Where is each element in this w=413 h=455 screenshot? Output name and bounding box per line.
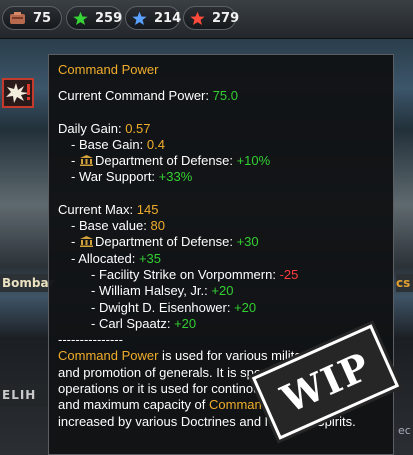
tooltip-title: Command Power: [58, 62, 159, 77]
navy-experience-counter[interactable]: 214: [125, 6, 182, 30]
navy-experience-value: 214: [154, 10, 182, 26]
allocation-label: - Facility Strike on Vorpommern:: [91, 266, 280, 282]
current-max-line: Current Max: 145: [58, 202, 385, 218]
allocation-value: -25: [279, 266, 299, 282]
base-gain-line: - Base Gain: 0.4: [58, 137, 385, 153]
right-side-text: ec: [398, 424, 411, 437]
dod-max-line: - Department of Defense: +30: [71, 234, 259, 250]
unit-banner-right: cs: [396, 274, 413, 292]
allocated-label: - Allocated:: [71, 250, 139, 266]
allocation-item: - William Halsey, Jr.: +20: [58, 283, 385, 299]
allocated-line: - Allocated: +35: [58, 251, 385, 267]
department-building-icon: [79, 236, 93, 248]
command-power-value: 75: [33, 10, 52, 26]
current-command-power-label: Current Command Power:: [58, 88, 213, 104]
base-gain-value: 0.4: [146, 136, 165, 152]
base-value-line: - Base value: 80: [58, 218, 385, 234]
unit-banner-left: Bombar: [0, 274, 55, 292]
dod-max-label: Department of Defense:: [94, 234, 237, 250]
daily-gain-label: Daily Gain:: [58, 120, 126, 136]
air-experience-value: 279: [212, 10, 240, 26]
current-command-power-value: 75.0: [212, 88, 238, 104]
dod-gain-label: Department of Defense:: [94, 153, 237, 169]
allocated-value: +35: [138, 250, 161, 266]
strip-label-left: ELIH: [0, 383, 50, 407]
war-support-line: - War Support: +33%: [58, 169, 385, 185]
allocation-item: - Carl Spaatz: +20: [58, 316, 385, 332]
current-max-value: 145: [136, 201, 159, 217]
war-support-label: - War Support:: [71, 169, 159, 185]
base-value-label: - Base value:: [71, 218, 151, 234]
current-max-label: Current Max:: [58, 201, 137, 217]
department-building-icon: [79, 155, 93, 167]
command-power-icon: [9, 10, 26, 27]
allocation-item: - Facility Strike on Vorpommern: -25: [58, 267, 385, 283]
army-experience-counter[interactable]: 259: [66, 6, 122, 30]
dod-gain-line: - Department of Defense: +10%: [71, 153, 271, 169]
allocation-item: - Dwight D. Eisenhower: +20: [58, 300, 385, 316]
resource-bar: 75 259 214 279: [0, 0, 413, 39]
explosion-icon: [6, 83, 30, 103]
base-gain-label: - Base Gain:: [71, 136, 147, 152]
war-support-value: +33%: [158, 169, 193, 185]
allocation-label: - Dwight D. Eisenhower:: [91, 299, 235, 315]
allocation-value: +20: [234, 299, 257, 315]
star-icon: [132, 10, 147, 27]
base-value-value: 80: [150, 218, 165, 234]
star-icon: [190, 10, 205, 27]
daily-gain-value: 0.57: [125, 120, 151, 136]
daily-gain-line: Daily Gain: 0.57: [58, 121, 385, 137]
dod-gain-value: +10%: [236, 153, 271, 169]
allocation-value: +20: [174, 315, 197, 331]
current-command-power-line: Current Command Power: 75.0: [58, 88, 385, 104]
command-power-counter[interactable]: 75: [2, 6, 62, 30]
desc-term: Command Power: [58, 348, 159, 364]
air-experience-counter[interactable]: 279: [183, 6, 240, 30]
allocation-label: - William Halsey, Jr.:: [91, 283, 212, 299]
allocation-value: +20: [211, 283, 234, 299]
army-experience-value: 259: [95, 10, 123, 26]
alert-button[interactable]: [2, 78, 34, 108]
dod-max-value: +30: [236, 234, 259, 250]
star-icon: [73, 10, 88, 27]
allocation-label: - Carl Spaatz:: [91, 315, 175, 331]
